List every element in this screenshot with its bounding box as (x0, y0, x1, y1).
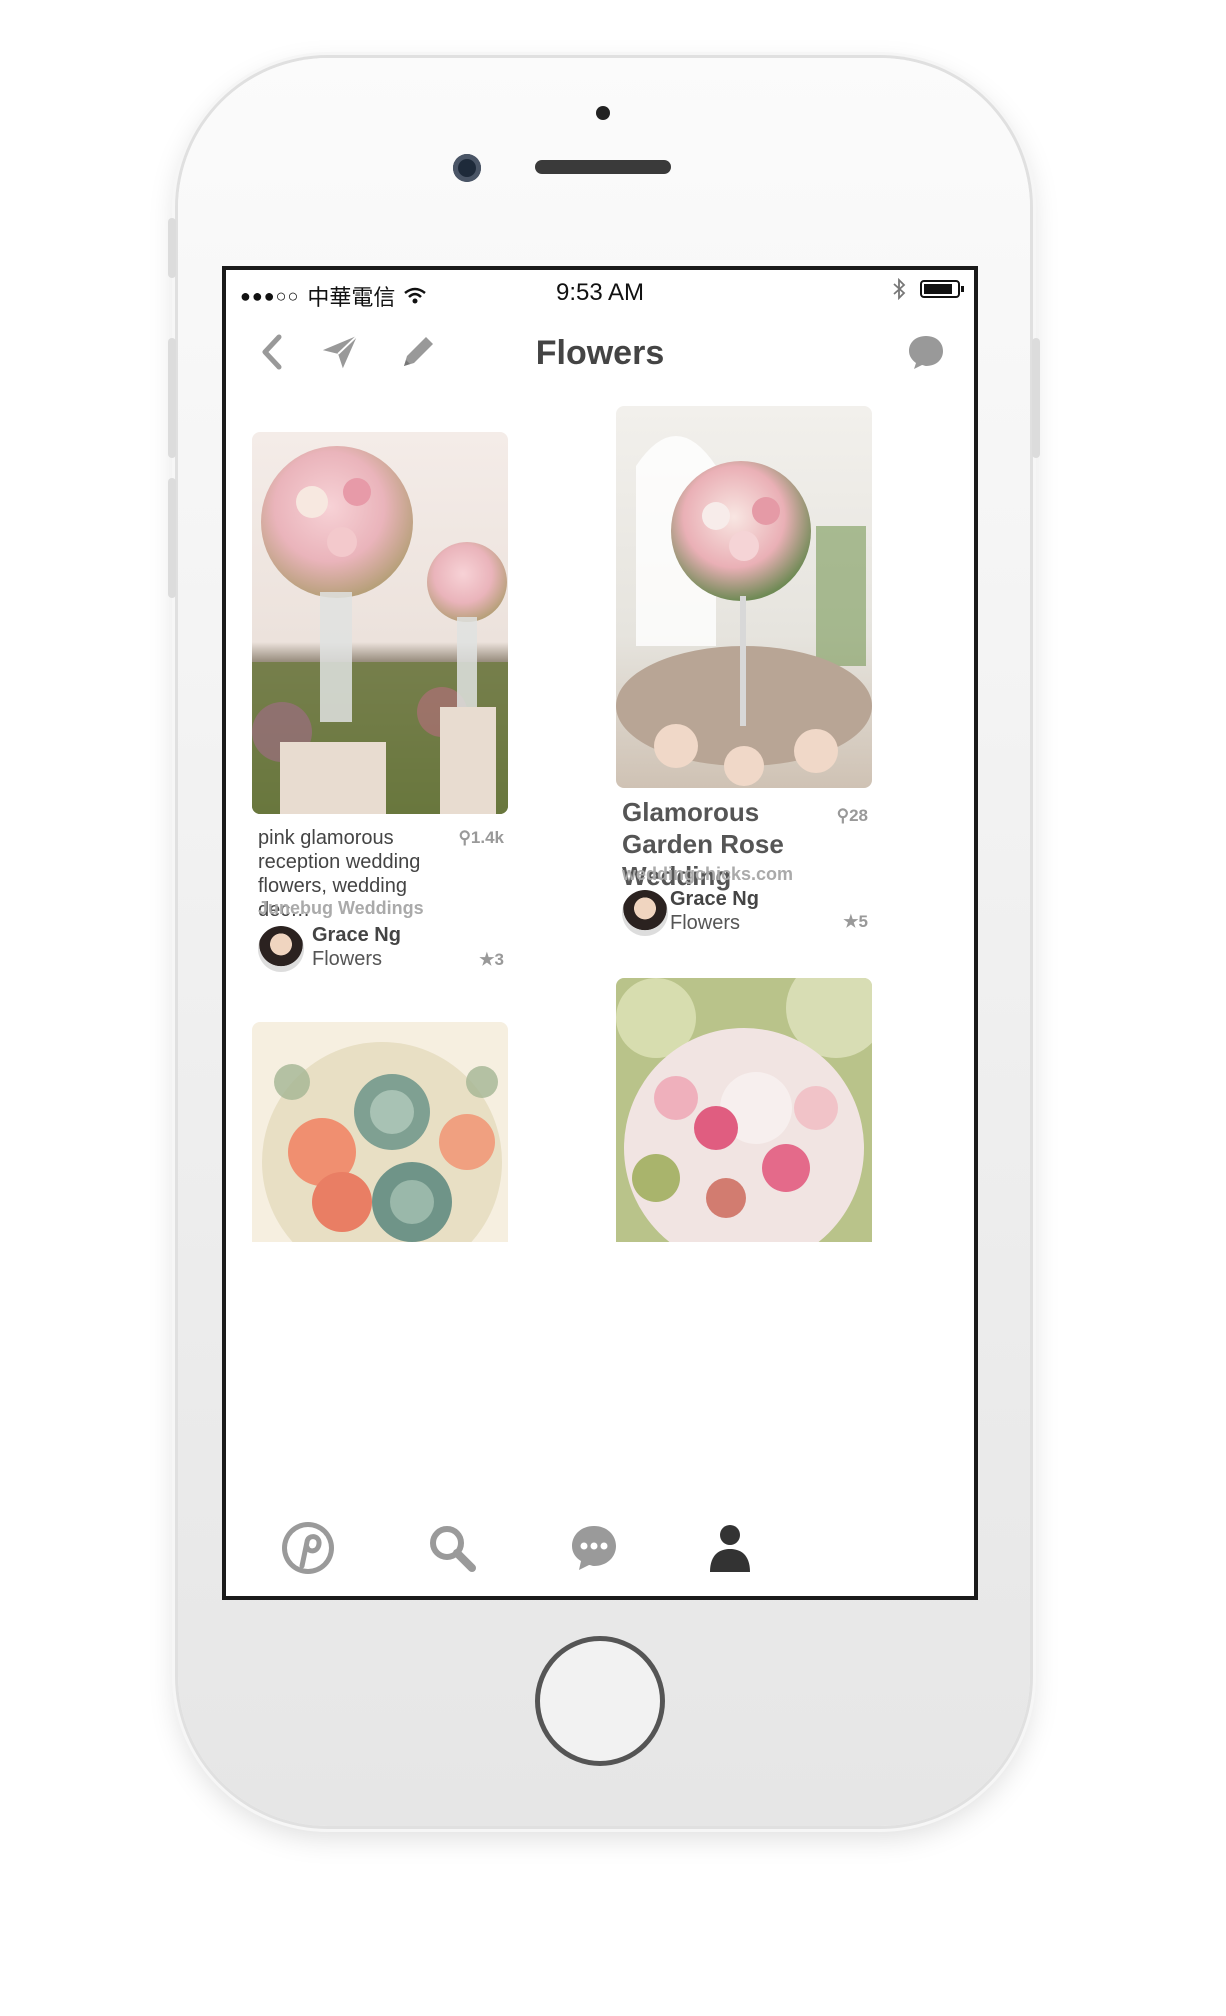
pinner-board[interactable]: Flowers (312, 948, 382, 971)
power-button (1032, 338, 1040, 458)
proximity-sensor (596, 106, 610, 120)
pin-card[interactable] (252, 1022, 508, 1242)
tab-messages[interactable] (564, 1518, 624, 1578)
front-camera (453, 154, 481, 182)
earpiece-speaker (535, 160, 671, 174)
avatar[interactable] (258, 926, 304, 972)
pin-image[interactable] (252, 1022, 508, 1242)
like-count: ★5 (843, 912, 868, 931)
star-icon: ★ (843, 912, 859, 931)
app-screen: ●●●○○ 中華電信 9:53 AM Flowers pink glamorou… (222, 266, 978, 1600)
avatar[interactable] (622, 890, 668, 936)
volume-up-button (168, 338, 176, 458)
clock: 9:53 AM (555, 279, 645, 306)
battery-icon (920, 280, 964, 298)
pin-card[interactable]: pink glamorous reception wedding flowers… (252, 432, 508, 972)
repin-count: ⚲1.4k (458, 828, 504, 847)
pin-source: Junebug Weddings (258, 898, 424, 918)
bluetooth-icon (893, 278, 906, 300)
pinner-name[interactable]: Grace Ng (312, 924, 401, 947)
pinner-board[interactable]: Flowers (670, 912, 740, 935)
tab-search[interactable] (422, 1518, 482, 1578)
pin-image[interactable] (616, 406, 872, 788)
pinner-name[interactable]: Grace Ng (670, 888, 759, 911)
tab-home[interactable] (278, 1518, 338, 1578)
like-count: ★3 (479, 950, 504, 969)
pin-icon: ⚲ (836, 806, 850, 825)
profile-icon (710, 1525, 750, 1572)
volume-down-button (168, 478, 176, 598)
home-icon (282, 1522, 334, 1574)
pin-source: weddingchicks.com (622, 864, 794, 884)
board-title: Flowers (535, 334, 665, 372)
mute-switch (168, 218, 176, 278)
home-button[interactable] (535, 1636, 665, 1766)
messages-icon (572, 1526, 616, 1570)
nav-bar: Flowers (226, 312, 974, 402)
pin-image[interactable] (252, 432, 508, 814)
search-icon (430, 1526, 476, 1572)
star-icon: ★ (479, 950, 495, 969)
pin-card[interactable]: Glamorous Garden Rose Wedding ⚲28 weddin… (616, 406, 872, 936)
message-icon[interactable] (906, 332, 946, 372)
tab-profile[interactable] (700, 1518, 760, 1578)
repin-count: ⚲28 (836, 806, 868, 825)
pin-image[interactable] (616, 978, 872, 1242)
tab-bar (226, 1500, 974, 1596)
pin-card[interactable] (616, 978, 872, 1242)
status-bar: ●●●○○ 中華電信 9:53 AM (226, 270, 974, 312)
pin-icon: ⚲ (458, 828, 471, 847)
